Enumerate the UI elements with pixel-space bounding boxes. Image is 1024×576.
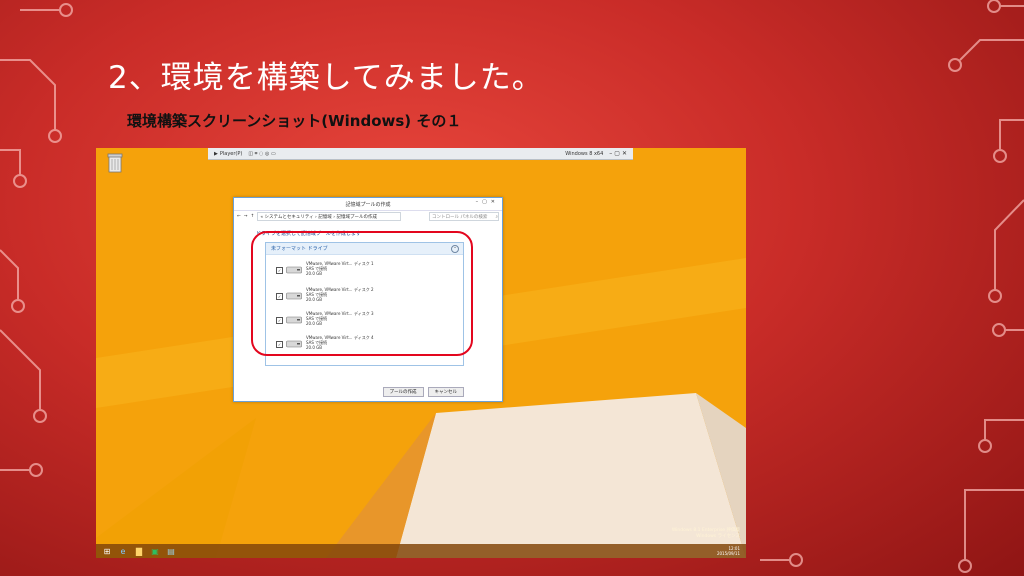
internet-explorer-icon[interactable]: e <box>118 546 128 556</box>
server-manager-icon[interactable]: ▤ <box>166 546 176 556</box>
slide-title: 2、環境を構築してみました。 <box>108 60 544 96</box>
dialog-window-controls[interactable]: –▢✕ <box>476 199 499 205</box>
create-pool-button[interactable]: プールの作成 <box>382 387 424 397</box>
store-icon[interactable]: ▣ <box>150 546 160 556</box>
dialog-navigation: ← → ↑ « システムとセキュリティ › 記憶域 › 記憶域プールの作成 コン… <box>234 211 502 222</box>
start-button-icon[interactable]: ⊞ <box>102 546 112 556</box>
play-icon: ▶ <box>214 150 218 157</box>
search-input[interactable]: コントロール パネルの検索 ⌕ <box>429 212 499 221</box>
windows-desktop-screenshot: ▶ Player(P) ◫ ⌗ ◌ ◎ ▭ Windows 8 x64 –▢✕ … <box>96 148 746 558</box>
vmware-player-toolbar: ▶ Player(P) ◫ ⌗ ◌ ◎ ▭ Windows 8 x64 –▢✕ <box>208 148 633 160</box>
dialog-title: 記憶域プールの作成 <box>345 201 391 208</box>
toolbar-icons[interactable]: ◫ ⌗ ◌ ◎ ▭ <box>248 151 275 157</box>
up-arrow-icon[interactable]: ↑ <box>251 214 255 219</box>
vm-window-title: Windows 8 x64 <box>565 150 604 157</box>
address-bar[interactable]: « システムとセキュリティ › 記憶域 › 記憶域プールの作成 <box>257 212 402 221</box>
recycle-bin-icon[interactable] <box>106 152 124 174</box>
back-arrow-icon[interactable]: ← <box>237 214 241 219</box>
search-placeholder: コントロール パネルの検索 <box>432 214 488 220</box>
cancel-button[interactable]: キャンセル <box>427 387 464 397</box>
player-menu-button[interactable]: ▶ Player(P) <box>214 151 242 157</box>
search-icon: ⌕ <box>495 214 498 220</box>
highlight-annotation <box>251 231 473 356</box>
taskbar: ⊞ e ▇ ▣ ▤ 12:01 2015/09/11 <box>96 544 746 558</box>
player-menu-label: Player(P) <box>219 150 243 157</box>
window-controls[interactable]: –▢✕ <box>609 150 629 157</box>
windows-watermark: Windows 8.1 Enterprise 評価版 Windows ライセンス <box>671 528 740 539</box>
system-tray-clock[interactable]: 12:01 2015/09/11 <box>717 546 740 556</box>
forward-arrow-icon[interactable]: → <box>244 214 248 219</box>
dialog-titlebar: 記憶域プールの作成 –▢✕ <box>234 198 502 211</box>
file-explorer-icon[interactable]: ▇ <box>134 546 144 556</box>
slide-subtitle: 環境構築スクリーンショット(Windows) その１ <box>127 112 462 130</box>
dialog-footer: プールの作成 キャンセル <box>382 387 464 397</box>
